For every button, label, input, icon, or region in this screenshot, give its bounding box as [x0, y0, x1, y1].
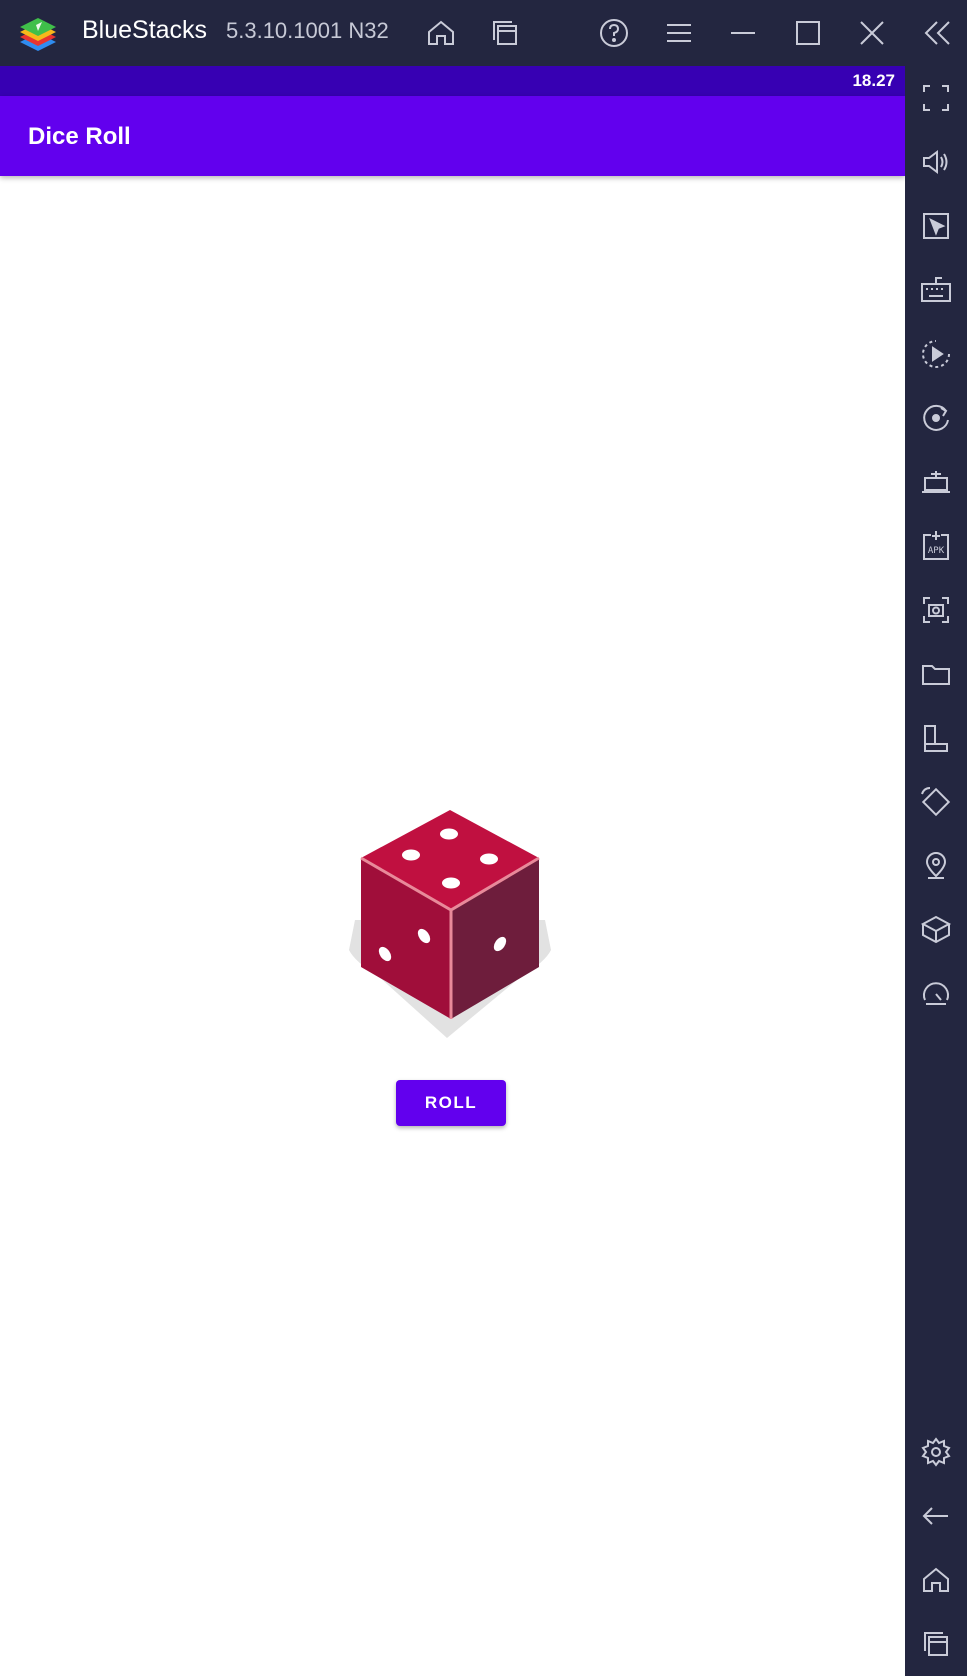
minimize-icon[interactable] [723, 13, 763, 53]
app-version: 5.3.10.1001 N32 [226, 18, 389, 43]
dice-pip [442, 877, 460, 889]
help-icon[interactable] [594, 13, 634, 53]
collapse-sidebar-icon[interactable] [918, 13, 958, 53]
settings-icon[interactable] [916, 1432, 956, 1472]
back-icon[interactable] [916, 1496, 956, 1536]
close-icon[interactable] [852, 13, 892, 53]
multi-instance-icon[interactable] [485, 13, 525, 53]
roll-button[interactable]: ROLL [396, 1080, 506, 1126]
android-home-icon[interactable] [916, 1560, 956, 1600]
macro-recorder-icon[interactable] [916, 334, 956, 374]
pointer-icon[interactable] [916, 206, 956, 246]
location-icon[interactable] [916, 846, 956, 886]
bluestacks-logo-icon [20, 18, 56, 51]
app-name: BlueStacks [82, 16, 208, 44]
game-layers-icon[interactable] [916, 910, 956, 950]
dice-pip [480, 853, 498, 865]
multi-window-icon[interactable] [916, 718, 956, 758]
fullscreen-icon[interactable] [916, 78, 956, 118]
dice-image [349, 810, 551, 1038]
android-screen: 18.27 Dice Roll ROLL [0, 66, 905, 1676]
media-folder-icon[interactable] [916, 654, 956, 694]
volume-icon[interactable] [916, 142, 956, 182]
screenshot-icon[interactable] [916, 590, 956, 630]
app-title: Dice Roll [28, 123, 131, 150]
dice-pip [402, 849, 420, 861]
status-bar: 18.27 [0, 66, 905, 96]
bluestacks-sidebar: APK [905, 66, 967, 1676]
app-bar: Dice Roll [0, 96, 905, 176]
menu-icon[interactable] [659, 13, 699, 53]
rotate-icon[interactable] [916, 782, 956, 822]
airplane-mode-icon[interactable] [916, 462, 956, 502]
maximize-icon[interactable] [788, 13, 828, 53]
window-title-bar: BlueStacks 5.3.10.1001 N32 [0, 0, 967, 66]
eco-mode-icon[interactable] [916, 974, 956, 1014]
home-icon[interactable] [421, 13, 461, 53]
svg-text:APK: APK [928, 546, 945, 556]
recent-apps-icon[interactable] [916, 1624, 956, 1664]
dice-pip [440, 828, 458, 840]
keyboard-controls-icon[interactable] [916, 270, 956, 310]
install-apk-icon[interactable]: APK [916, 526, 956, 566]
status-time: 18.27 [852, 71, 895, 90]
sync-icon[interactable] [916, 398, 956, 438]
